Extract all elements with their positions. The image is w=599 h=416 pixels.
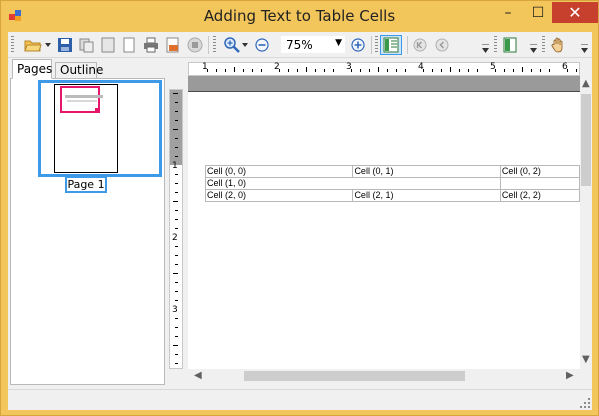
ruler-number: 5 (490, 62, 496, 72)
ruler-number: 2 (274, 62, 280, 72)
marker-resize-handle[interactable] (95, 108, 100, 113)
ruler-number: 6 (562, 62, 568, 72)
scroll-down-icon[interactable]: ▼ (582, 354, 590, 365)
document-table: Cell (0, 0) Cell (0, 1) Cell (0, 2) Cell… (204, 165, 580, 202)
toolbar-grip[interactable] (375, 36, 378, 54)
toolbar-separator (208, 36, 209, 54)
open-dropdown-arrow-icon[interactable] (44, 36, 52, 54)
toolbar-separator (407, 36, 408, 54)
chevron-down-icon[interactable]: ▼ (335, 38, 342, 48)
table-cell: Cell (2, 0) (204, 189, 354, 202)
thumbnail-band (67, 100, 97, 102)
table-row: Cell (1, 0) (205, 177, 580, 190)
toolbar-grip[interactable] (494, 36, 497, 54)
page-setup-icon[interactable] (164, 36, 182, 54)
toolbar-separator (371, 36, 372, 54)
table-cell: Cell (1, 0) (205, 177, 501, 190)
vertical-scrollbar[interactable]: ▲ ▼ (580, 76, 592, 369)
ruler-number: 3 (172, 305, 178, 315)
multi-page-icon[interactable] (120, 36, 138, 54)
title-bar[interactable]: Adding Text to Table Cells – ☐ ✕ (1, 1, 598, 32)
toolbar-grip[interactable] (11, 36, 14, 54)
hand-tool-icon[interactable] (549, 36, 567, 54)
print-icon[interactable] (142, 36, 160, 54)
zoom-out-icon[interactable] (253, 36, 271, 54)
ruler-corner (169, 62, 183, 76)
status-bar (8, 389, 592, 410)
stop-icon[interactable] (186, 36, 204, 54)
zoom-combobox[interactable]: 75% ▼ (280, 35, 346, 54)
thumbnail-band (65, 95, 103, 98)
table-cell (499, 177, 580, 190)
vertical-ruler: 1 2 3 (169, 89, 183, 369)
previous-page-icon[interactable] (433, 36, 451, 54)
thumbnails-toggle-icon[interactable] (380, 35, 402, 55)
size-grip-icon[interactable] (580, 398, 590, 408)
page-top-band (188, 76, 580, 91)
table-row: Cell (0, 0) Cell (0, 1) Cell (0, 2) (204, 165, 580, 178)
document-viewport[interactable]: Cell (0, 0) Cell (0, 1) Cell (0, 2) Cell… (188, 76, 580, 369)
ruler-number: 2 (172, 233, 178, 243)
toolbar-grip[interactable] (213, 36, 216, 54)
toolbar: 75% ▼ (8, 32, 592, 58)
horizontal-ruler: 1 2 3 4 5 6 (188, 62, 580, 76)
page-top-edge (188, 91, 580, 92)
table-cell: Cell (0, 0) (204, 165, 354, 178)
zoom-dropdown-arrow-icon[interactable] (241, 36, 249, 54)
first-page-icon[interactable] (411, 36, 429, 54)
zoom-plus-icon[interactable] (349, 36, 367, 54)
single-page-icon[interactable] (99, 36, 117, 54)
ruler-number: 3 (346, 62, 352, 72)
zoom-value: 75% (286, 38, 313, 52)
scroll-right-icon[interactable]: ▶ (566, 370, 574, 381)
app-window: Adding Text to Table Cells – ☐ ✕ 75% ▼ P… (0, 0, 599, 416)
page-thumbnail[interactable] (54, 84, 118, 173)
table-cell: Cell (2, 2) (499, 189, 580, 202)
visible-area-marker[interactable] (60, 86, 103, 113)
ruler-ticks (173, 93, 178, 364)
tab-outline[interactable]: Outline (55, 62, 103, 79)
save-icon[interactable] (56, 36, 74, 54)
toolbar-overflow-icon[interactable] (581, 44, 588, 54)
minimize-button[interactable]: – (494, 2, 522, 23)
vertical-scroll-thumb[interactable] (581, 94, 591, 186)
toolbar-overflow-icon[interactable] (530, 44, 537, 54)
thumbnail-panel[interactable]: Page 1 (10, 78, 165, 385)
ruler-number: 1 (172, 161, 178, 171)
tab-pages[interactable]: Pages (12, 59, 52, 79)
zoom-in-icon[interactable] (223, 36, 241, 54)
scroll-up-icon[interactable]: ▲ (582, 78, 590, 89)
table-cell: Cell (0, 2) (499, 165, 580, 178)
open-folder-icon[interactable] (22, 36, 44, 54)
scroll-left-icon[interactable]: ◀ (194, 370, 202, 381)
table-cell: Cell (2, 1) (352, 189, 501, 202)
copy-pages-icon[interactable] (77, 36, 95, 54)
toolbar-grip[interactable] (542, 36, 545, 54)
close-button[interactable]: ✕ (552, 2, 598, 23)
page-layout-icon[interactable] (501, 36, 519, 54)
client-area: 75% ▼ Pages Outline Page 1 1 2 3 4 5 6 1… (8, 32, 592, 410)
maximize-button[interactable]: ☐ (524, 2, 552, 23)
page-thumbnail-label[interactable]: Page 1 (65, 176, 107, 193)
toolbar-overflow-icon[interactable] (482, 44, 489, 54)
table-row: Cell (2, 0) Cell (2, 1) Cell (2, 2) (204, 189, 580, 202)
table-cell: Cell (0, 1) (352, 165, 501, 178)
ruler-number: 4 (418, 62, 424, 72)
ruler-number: 1 (202, 62, 208, 72)
horizontal-scroll-thumb[interactable] (244, 371, 465, 381)
horizontal-scrollbar[interactable]: ◀ ▶ (188, 369, 580, 383)
ruler-ticks (207, 67, 577, 72)
